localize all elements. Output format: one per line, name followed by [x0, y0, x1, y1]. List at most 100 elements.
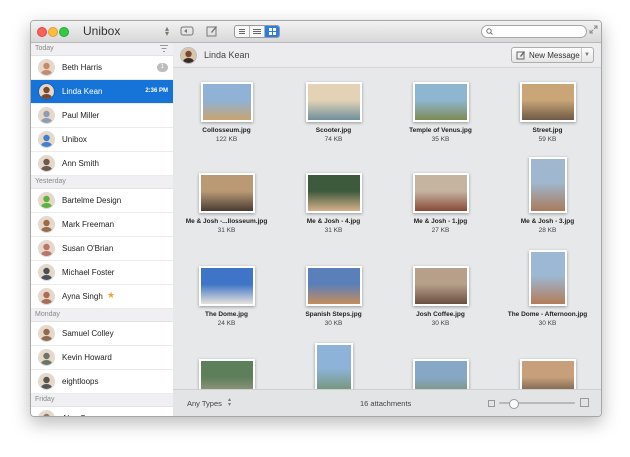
compose-icon[interactable] [206, 25, 218, 37]
thumbnail-image [415, 175, 467, 211]
attachment-thumbnail[interactable] [520, 359, 576, 389]
attachment-thumbnail[interactable] [520, 82, 576, 122]
minimize-window-button[interactable] [48, 27, 58, 37]
conversation-name: Michael Foster [62, 268, 115, 277]
attachment-item[interactable]: Collosseum.jpg 122 KB [173, 69, 280, 159]
main-pane: Linda Kean New Message ▼ Collosseum.jpg 1… [173, 21, 601, 416]
attachment-item[interactable]: The Dome - Afternoon.jpg 30 KB [494, 250, 601, 343]
avatar [38, 155, 55, 172]
attachment-item[interactable]: Me & Josh -...llosseum.jpg 31 KB [173, 160, 280, 250]
zoom-slider-knob[interactable] [509, 399, 519, 409]
search-input[interactable] [481, 25, 587, 38]
bottom-bar: Any Types ▴ ▾ 16 attachments [173, 389, 601, 416]
app-title: Unibox [83, 24, 121, 38]
thumbnail-image [415, 268, 467, 304]
conversation-item[interactable]: Kevin Howard [31, 346, 173, 370]
fullscreen-icon[interactable] [589, 25, 598, 34]
conversation-item[interactable]: Paul Miller [31, 104, 173, 128]
type-filter-select[interactable]: Any Types [187, 399, 222, 408]
new-message-button[interactable]: New Message ▼ [511, 47, 594, 63]
sidebar-titlebar: Unibox ▴ ▾ [31, 21, 173, 43]
attachment-item[interactable] [387, 346, 494, 389]
conversation-name: Bartelme Design [62, 196, 122, 205]
attachment-grid: Collosseum.jpg 122 KB Scooter.jpg 74 KB Temp… [173, 67, 601, 389]
reply-icon[interactable] [180, 25, 194, 37]
attachment-thumbnail[interactable] [306, 173, 362, 213]
attachment-thumbnail[interactable] [306, 82, 362, 122]
attachment-filename: Me & Josh - 4.jpg [306, 218, 361, 225]
thumbnail-image [522, 361, 574, 389]
attachment-item[interactable] [280, 343, 387, 389]
attachment-thumbnail[interactable] [315, 343, 353, 389]
filter-icon[interactable] [160, 45, 168, 52]
attachment-filename: Josh Coffee.jpg [416, 311, 465, 318]
attachment-thumbnail[interactable] [413, 82, 469, 122]
section-header: Yesterday [31, 176, 173, 189]
avatar [38, 373, 55, 390]
attachment-thumbnail[interactable] [306, 266, 362, 306]
conversation-name: Mark Freeman [62, 220, 115, 229]
conversation-item[interactable]: Ayna Singh ★ [31, 285, 173, 309]
attachment-thumbnail[interactable] [529, 157, 567, 213]
attachment-item[interactable]: Temple of Venus.jpg 35 KB [387, 69, 494, 159]
conversation-item[interactable]: Beth Harris 1 [31, 56, 173, 80]
conversation-item[interactable]: Ann Smith [31, 152, 173, 176]
attachment-item[interactable]: Spanish Steps.jpg 30 KB [280, 253, 387, 343]
conversation-item[interactable]: Unibox [31, 128, 173, 152]
conversation-name: Linda Kean [204, 50, 250, 60]
attachment-item[interactable]: Josh Coffee.jpg 30 KB [387, 253, 494, 343]
attachment-thumbnail[interactable] [201, 82, 253, 122]
zoom-window-button[interactable] [59, 27, 69, 37]
type-filter-chevron-icon[interactable]: ▴ ▾ [228, 397, 231, 408]
avatar [38, 59, 55, 76]
avatar [38, 349, 55, 366]
attachment-filename: Street.jpg [532, 127, 563, 134]
avatar [38, 410, 55, 416]
conversation-item[interactable]: Michael Foster [31, 261, 173, 285]
attachment-thumbnail[interactable] [413, 173, 469, 213]
conversation-item[interactable]: Susan O'Brian [31, 237, 173, 261]
thumbnail-image [201, 175, 253, 211]
attachment-size: 30 KB [431, 320, 450, 327]
attachment-item[interactable]: Me & Josh - 3.jpg 28 KB [494, 157, 601, 250]
attachment-thumbnail[interactable] [199, 359, 255, 389]
conversation-item[interactable]: Bartelme Design [31, 189, 173, 213]
conversation-item[interactable]: Alan Spencer [31, 407, 173, 416]
attachment-thumbnail[interactable] [413, 266, 469, 306]
conversation-item[interactable]: Linda Kean 2:36 PM [31, 80, 173, 104]
view-mode-conversation-button[interactable] [235, 26, 250, 37]
attachment-thumbnail[interactable] [529, 250, 567, 306]
sidebar: Unibox ▴ ▾ Today Beth Harris 1 Linda Kean 2:3… [31, 21, 174, 416]
search-icon [486, 28, 493, 35]
attachment-item[interactable]: Street.jpg 59 KB [494, 69, 601, 159]
conversation-name: Samuel Colley [62, 329, 114, 338]
app-menu-chevron-icon[interactable]: ▴ ▾ [165, 25, 169, 38]
section-label: Friday [35, 396, 55, 403]
conversation-item[interactable]: eightloops [31, 370, 173, 394]
attachment-size: 30 KB [324, 320, 343, 327]
attachment-item[interactable] [494, 346, 601, 389]
attachment-item[interactable]: Me & Josh - 1.jpg 27 KB [387, 160, 494, 250]
attachment-item[interactable]: Me & Josh - 4.jpg 31 KB [280, 160, 387, 250]
attachment-item[interactable] [173, 346, 280, 389]
attachment-thumbnail[interactable] [199, 173, 255, 213]
thumbnail-image [522, 84, 574, 120]
attachment-item[interactable]: Scooter.jpg 74 KB [280, 69, 387, 159]
conversation-item[interactable]: Samuel Colley [31, 322, 173, 346]
view-mode-list-button[interactable] [250, 26, 265, 37]
thumbnail-image [308, 84, 360, 120]
zoom-in-icon[interactable] [580, 398, 589, 407]
conversation-name: Paul Miller [62, 111, 100, 120]
close-window-button[interactable] [37, 27, 47, 37]
view-mode-grid-button[interactable] [265, 26, 279, 37]
new-message-label: New Message [529, 51, 580, 60]
avatar [38, 107, 55, 124]
conversation-item[interactable]: Mark Freeman [31, 213, 173, 237]
thumbnail-image [317, 345, 351, 389]
attachment-thumbnail[interactable] [413, 359, 469, 389]
new-message-dropdown-icon[interactable]: ▼ [584, 52, 590, 58]
attachment-item[interactable]: The Dome.jpg 24 KB [173, 253, 280, 343]
attachment-size: 31 KB [324, 227, 343, 234]
attachment-thumbnail[interactable] [199, 266, 255, 306]
zoom-out-icon[interactable] [488, 400, 495, 407]
